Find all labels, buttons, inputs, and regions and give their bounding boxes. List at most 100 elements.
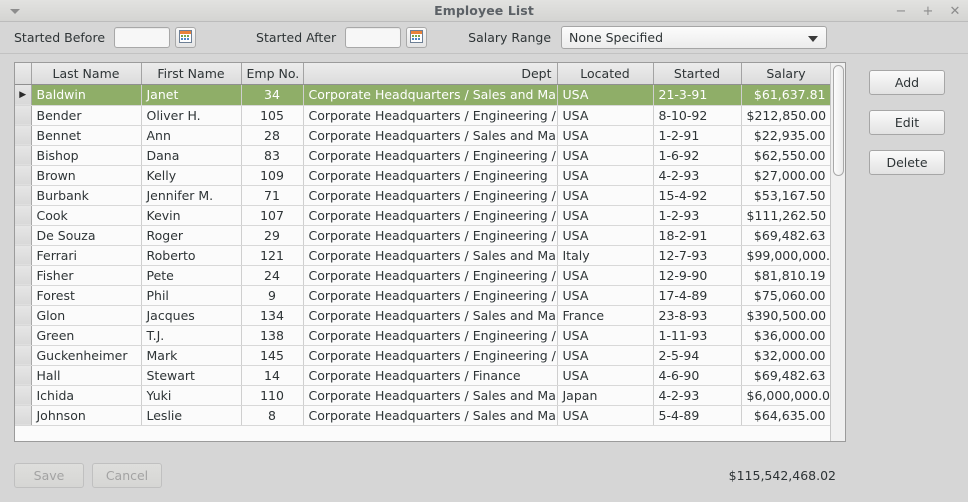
cell-first-name[interactable]: Pete: [141, 265, 242, 286]
cell-emp-no[interactable]: 29: [241, 225, 304, 246]
cell-located[interactable]: USA: [557, 84, 654, 106]
cell-first-name[interactable]: Oliver H.: [141, 105, 242, 126]
cell-emp-no[interactable]: 9: [241, 285, 304, 306]
cell-located[interactable]: USA: [557, 185, 654, 206]
table-row[interactable]: Cook Kevin 107 Corporate Headquarters / Eng…: [15, 205, 832, 226]
row-marker-cell[interactable]: [15, 265, 32, 286]
cell-first-name[interactable]: Leslie: [141, 405, 242, 426]
cell-first-name[interactable]: Mark: [141, 345, 242, 366]
cell-first-name[interactable]: Yuki: [141, 385, 242, 406]
cell-salary[interactable]: $69,482.63: [741, 225, 832, 246]
cell-first-name[interactable]: Ann: [141, 125, 242, 146]
cell-started[interactable]: 12-9-90: [653, 265, 742, 286]
table-row[interactable]: De Souza Roger 29 Corporate Headquarters / …: [15, 225, 832, 246]
row-marker-cell[interactable]: [15, 285, 32, 306]
cell-salary[interactable]: $390,500.00: [741, 305, 832, 326]
row-marker-cell[interactable]: [15, 325, 32, 346]
row-marker-cell[interactable]: [15, 245, 32, 266]
cell-salary[interactable]: $27,000.00: [741, 165, 832, 186]
cell-first-name[interactable]: Roger: [141, 225, 242, 246]
cell-dept[interactable]: Corporate Headquarters / Sales and Marke…: [303, 245, 558, 266]
row-marker-cell[interactable]: [15, 185, 32, 206]
cell-located[interactable]: USA: [557, 125, 654, 146]
column-header-last-name[interactable]: Last Name: [31, 63, 142, 85]
cell-located[interactable]: USA: [557, 225, 654, 246]
cell-last-name[interactable]: Green: [31, 325, 142, 346]
cell-emp-no[interactable]: 138: [241, 325, 304, 346]
cell-located[interactable]: USA: [557, 345, 654, 366]
cell-first-name[interactable]: Dana: [141, 145, 242, 166]
cell-located[interactable]: USA: [557, 165, 654, 186]
cell-salary[interactable]: $6,000,000.00: [741, 385, 832, 406]
cell-located[interactable]: Japan: [557, 385, 654, 406]
table-row[interactable]: Fisher Pete 24 Corporate Headquarters / Eng…: [15, 265, 832, 286]
row-marker-cell[interactable]: [15, 105, 32, 126]
cell-started[interactable]: 1-2-93: [653, 205, 742, 226]
cell-dept[interactable]: Corporate Headquarters / Sales and Marke…: [303, 385, 558, 406]
cell-located[interactable]: France: [557, 305, 654, 326]
cell-last-name[interactable]: Bishop: [31, 145, 142, 166]
cell-first-name[interactable]: Kelly: [141, 165, 242, 186]
row-marker-cell[interactable]: [15, 205, 32, 226]
cell-located[interactable]: USA: [557, 105, 654, 126]
table-row[interactable]: Bishop Dana 83 Corporate Headquarters / Eng…: [15, 145, 832, 166]
cell-located[interactable]: USA: [557, 285, 654, 306]
cell-emp-no[interactable]: 121: [241, 245, 304, 266]
cell-started[interactable]: 23-8-93: [653, 305, 742, 326]
table-row[interactable]: Guckenheimer Mark 145 Corporate Headquarter…: [15, 345, 832, 366]
cell-first-name[interactable]: T.J.: [141, 325, 242, 346]
cell-first-name[interactable]: Kevin: [141, 205, 242, 226]
cell-salary[interactable]: $36,000.00: [741, 325, 832, 346]
maximize-button[interactable]: +: [921, 3, 935, 19]
column-header-salary[interactable]: Salary: [741, 63, 832, 85]
cell-started[interactable]: 1-2-91: [653, 125, 742, 146]
cell-last-name[interactable]: Hall: [31, 365, 142, 386]
delete-button[interactable]: Delete: [869, 150, 945, 175]
cell-dept[interactable]: Corporate Headquarters / Engineering / Q…: [303, 265, 558, 286]
cell-salary[interactable]: $81,810.19: [741, 265, 832, 286]
cell-last-name[interactable]: Glon: [31, 305, 142, 326]
started-before-input[interactable]: [114, 27, 171, 48]
cell-emp-no[interactable]: 24: [241, 265, 304, 286]
cell-started[interactable]: 15-4-92: [653, 185, 742, 206]
cell-emp-no[interactable]: 28: [241, 125, 304, 146]
cell-salary[interactable]: $22,935.00: [741, 125, 832, 146]
cell-emp-no[interactable]: 71: [241, 185, 304, 206]
cell-salary[interactable]: $75,060.00: [741, 285, 832, 306]
cell-located[interactable]: Italy: [557, 245, 654, 266]
cell-emp-no[interactable]: 83: [241, 145, 304, 166]
cell-dept[interactable]: Corporate Headquarters / Engineering / S…: [303, 325, 558, 346]
cell-first-name[interactable]: Roberto: [141, 245, 242, 266]
cell-emp-no[interactable]: 145: [241, 345, 304, 366]
table-row[interactable]: Johnson Leslie 8 Corporate Headquarters / S…: [15, 405, 832, 426]
row-marker-cell[interactable]: [15, 345, 32, 366]
row-marker-cell[interactable]: [15, 225, 32, 246]
table-row[interactable]: Forest Phil 9 Corporate Headquarters / Engi…: [15, 285, 832, 306]
cell-first-name[interactable]: Jennifer M.: [141, 185, 242, 206]
cell-started[interactable]: 2-5-94: [653, 345, 742, 366]
add-button[interactable]: Add: [869, 70, 945, 95]
cell-last-name[interactable]: Forest: [31, 285, 142, 306]
cell-dept[interactable]: Corporate Headquarters / Finance: [303, 365, 558, 386]
row-marker-cell[interactable]: [15, 165, 32, 186]
table-row[interactable]: Brown Kelly 109 Corporate Headquarters / En…: [15, 165, 832, 186]
cell-salary[interactable]: $212,850.00: [741, 105, 832, 126]
column-header-started[interactable]: Started: [653, 63, 742, 85]
cell-last-name[interactable]: Burbank: [31, 185, 142, 206]
cell-last-name[interactable]: De Souza: [31, 225, 142, 246]
save-button[interactable]: Save: [14, 462, 84, 488]
cell-dept[interactable]: Corporate Headquarters / Sales and Marke…: [303, 125, 558, 146]
column-header-first-name[interactable]: First Name: [141, 63, 242, 85]
cell-located[interactable]: USA: [557, 405, 654, 426]
cell-started[interactable]: 1-6-92: [653, 145, 742, 166]
minimize-button[interactable]: −: [894, 3, 908, 19]
row-marker-cell[interactable]: [15, 385, 32, 406]
started-before-calendar-button[interactable]: [175, 27, 197, 48]
row-marker-cell[interactable]: [15, 365, 32, 386]
cell-started[interactable]: 21-3-91: [653, 84, 742, 106]
cell-emp-no[interactable]: 8: [241, 405, 304, 426]
cell-emp-no[interactable]: 134: [241, 305, 304, 326]
cell-first-name[interactable]: Jacques: [141, 305, 242, 326]
cell-salary[interactable]: $53,167.50: [741, 185, 832, 206]
table-row[interactable]: Bender Oliver H. 105 Corporate Headquarters…: [15, 105, 832, 126]
